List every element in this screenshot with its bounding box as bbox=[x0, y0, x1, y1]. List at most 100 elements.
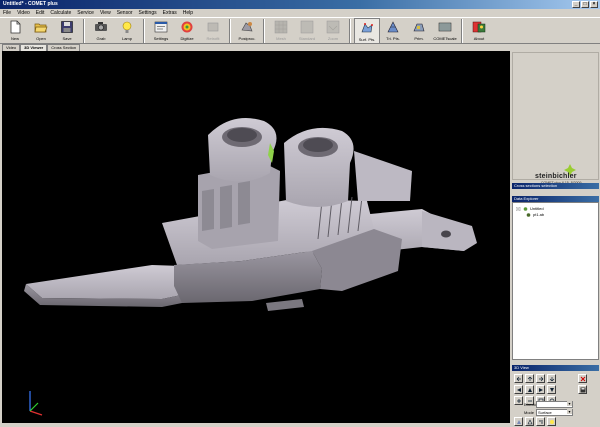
primitives-icon bbox=[413, 23, 425, 32]
digitize-button[interactable]: Digitize bbox=[174, 18, 200, 44]
menu-file[interactable]: File bbox=[3, 10, 11, 16]
view-rotate-up-button[interactable] bbox=[525, 374, 534, 383]
postproc-button[interactable]: Postproc. bbox=[234, 18, 260, 44]
digitize-icon bbox=[181, 21, 193, 33]
part-right-tab bbox=[422, 211, 477, 251]
open-button[interactable]: Open bbox=[28, 18, 54, 44]
rotate-down-icon bbox=[549, 376, 554, 381]
pan-right-icon bbox=[538, 387, 543, 392]
view-rotate-left-button[interactable] bbox=[514, 374, 523, 383]
minimize-button[interactable]: _ bbox=[572, 1, 580, 8]
rotate-right-icon bbox=[538, 376, 543, 381]
mesh-icon bbox=[274, 20, 288, 34]
menu-sensor[interactable]: Sensor bbox=[117, 10, 133, 16]
new-label: New bbox=[10, 36, 19, 41]
menu-calculate[interactable]: Calculate bbox=[50, 10, 71, 16]
expand-icon bbox=[516, 206, 521, 211]
close-x-icon bbox=[580, 376, 585, 381]
about-icon bbox=[472, 21, 486, 33]
menu-settings[interactable]: Settings bbox=[139, 10, 157, 16]
grab-button[interactable]: Grab bbox=[88, 18, 114, 44]
toolbar-separator bbox=[229, 19, 231, 43]
tree-item[interactable]: pt1.ab bbox=[526, 212, 544, 217]
cross-sections-header: Cross sections selection bbox=[512, 183, 599, 189]
save-label: Save bbox=[62, 36, 72, 41]
light-button[interactable] bbox=[547, 417, 556, 426]
view-pan-down-button[interactable] bbox=[547, 385, 556, 394]
mode-select[interactable]: Surface bbox=[536, 409, 573, 416]
save-button[interactable]: Save bbox=[54, 18, 80, 44]
tree-item-label: pt1.ab bbox=[533, 212, 545, 217]
direction-select[interactable] bbox=[536, 401, 573, 408]
view-save-button[interactable] bbox=[578, 385, 587, 394]
surface-points-button[interactable]: Surf. Pts. bbox=[354, 18, 380, 44]
standard-button[interactable]: Standard bbox=[294, 18, 320, 44]
postproc-label: Postproc. bbox=[238, 36, 256, 41]
new-file-icon bbox=[10, 20, 21, 34]
part-boss-left-bore bbox=[227, 128, 257, 142]
surface-points-label: Surf. Pts. bbox=[358, 37, 376, 42]
save-view-icon bbox=[580, 387, 585, 392]
surface-shading-icon bbox=[516, 419, 521, 424]
3d-viewport[interactable] bbox=[2, 51, 510, 423]
view-pan-right-button[interactable] bbox=[536, 385, 545, 394]
mode-row: Mode Surface bbox=[514, 409, 573, 416]
maximize-button[interactable]: □ bbox=[581, 1, 589, 8]
mesh-button[interactable]: Mesh bbox=[268, 18, 294, 44]
about-label: About bbox=[473, 36, 485, 41]
retrofit-label: Retrofit bbox=[206, 36, 220, 41]
tab-video[interactable]: Video bbox=[2, 44, 21, 51]
part-right-lug bbox=[354, 151, 412, 201]
menu-edit[interactable]: Edit bbox=[36, 10, 45, 16]
triangle-points-icon bbox=[387, 21, 399, 33]
tab-3d-viewer[interactable]: 3D Viewer bbox=[20, 44, 48, 51]
shading-surface-button[interactable] bbox=[514, 417, 523, 426]
menu-help[interactable]: Help bbox=[183, 10, 193, 16]
digitize-label: Digitize bbox=[180, 36, 194, 41]
settings-icon bbox=[154, 21, 168, 33]
view-rotate-down-button[interactable] bbox=[547, 374, 556, 383]
triangle-points-button[interactable]: Tri. Pts. bbox=[380, 18, 406, 44]
view-pan-up-button[interactable] bbox=[525, 385, 534, 394]
close-button[interactable]: × bbox=[590, 1, 598, 8]
toolbar-separator bbox=[83, 19, 85, 43]
folder-open-icon bbox=[34, 23, 48, 33]
tree-item[interactable]: Untitled bbox=[516, 206, 544, 211]
rotate-left-icon bbox=[516, 376, 521, 381]
data-explorer-tree: Untitled pt1.ab bbox=[512, 202, 599, 360]
right-panel: steinbichler COMET plus 6.15, 8/2009 Cro… bbox=[512, 44, 600, 427]
menu-view[interactable]: View bbox=[100, 10, 111, 16]
cometscale-button[interactable]: COMETscale bbox=[432, 18, 458, 44]
shading-points-button[interactable] bbox=[536, 417, 545, 426]
mesh-shading-icon bbox=[527, 418, 532, 424]
zoom-icon bbox=[326, 20, 340, 34]
part-mount-hole bbox=[441, 230, 451, 238]
grab-label: Grab bbox=[96, 36, 106, 41]
tab-cross-section[interactable]: Cross Section bbox=[47, 44, 81, 51]
point-cloud-icon bbox=[526, 212, 531, 217]
menu-video[interactable]: Video bbox=[17, 10, 30, 16]
view-pan-left-button[interactable] bbox=[514, 385, 523, 394]
view-mode-buttons bbox=[514, 417, 556, 426]
view-close-button[interactable] bbox=[578, 374, 587, 383]
zoom-button[interactable]: Zoom bbox=[320, 18, 346, 44]
menu-bar: File Video Edit Calculate Service View S… bbox=[0, 9, 600, 17]
menu-service[interactable]: Service bbox=[77, 10, 94, 16]
retrofit-button[interactable]: Retrofit bbox=[200, 18, 226, 44]
cometscale-label: COMETscale bbox=[433, 36, 457, 41]
shading-mesh-button[interactable] bbox=[525, 417, 534, 426]
primitives-label: Prim. bbox=[414, 36, 424, 41]
project-icon bbox=[523, 206, 528, 211]
view-rotate-right-button[interactable] bbox=[536, 374, 545, 383]
lamp-button[interactable]: Lamp bbox=[114, 18, 140, 44]
settings-button[interactable]: Settings bbox=[148, 18, 174, 44]
new-button[interactable]: New bbox=[2, 18, 28, 44]
points-shading-icon bbox=[538, 419, 543, 424]
primitives-button[interactable]: Prim. bbox=[406, 18, 432, 44]
about-button[interactable]: About bbox=[466, 18, 492, 44]
logo-area: steinbichler COMET plus 6.15, 8/2009 bbox=[512, 52, 599, 185]
window-title: Untitled* - COMET plus bbox=[3, 1, 58, 7]
menu-extras[interactable]: Extras bbox=[163, 10, 177, 16]
scanned-part-model bbox=[24, 118, 477, 416]
tree-item-label: Untitled bbox=[530, 206, 544, 211]
